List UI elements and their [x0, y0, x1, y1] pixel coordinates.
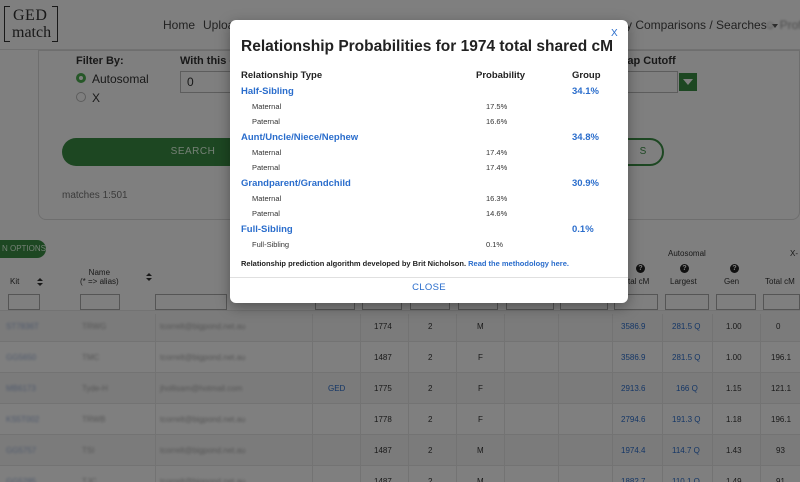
sub-relationship-label: Full-Sibling	[252, 240, 290, 249]
close-icon[interactable]: X	[611, 28, 618, 39]
sub-probability: 16.3%	[486, 194, 508, 203]
sub-probability: 17.4%	[486, 148, 508, 157]
sub-relationship-label: Paternal	[252, 117, 280, 126]
modal-title: Relationship Probabilities for 1974 tota…	[241, 38, 614, 55]
group-value: 34.1%	[572, 86, 599, 97]
close-button[interactable]: CLOSE	[230, 282, 628, 293]
group-aunt-uncle-niece-nephew[interactable]: Aunt/Uncle/Niece/Nephew	[241, 132, 358, 143]
relationship-probabilities-modal: Relationship Probabilities for 1974 tota…	[230, 20, 628, 303]
group-value: 34.8%	[572, 132, 599, 143]
sub-relationship-label: Paternal	[252, 163, 280, 172]
modal-divider	[230, 277, 628, 278]
group-value: 30.9%	[572, 178, 599, 189]
sub-relationship-label: Maternal	[252, 148, 282, 157]
col-header-relationship-type: Relationship Type	[241, 70, 323, 81]
sub-probability: 14.6%	[486, 209, 508, 218]
col-header-group: Group	[572, 70, 601, 81]
methodology-note: Relationship prediction algorithm develo…	[241, 259, 569, 268]
group-full-sibling[interactable]: Full-Sibling	[241, 224, 293, 235]
col-header-probability: Probability	[476, 70, 526, 81]
sub-probability: 0.1%	[486, 240, 504, 249]
sub-relationship-label: Paternal	[252, 209, 280, 218]
group-grandparent-grandchild[interactable]: Grandparent/Grandchild	[241, 178, 351, 189]
sub-relationship-label: Maternal	[252, 102, 282, 111]
sub-probability: 16.6%	[486, 117, 508, 126]
sub-relationship-label: Maternal	[252, 194, 282, 203]
group-half-sibling[interactable]: Half-Sibling	[241, 86, 294, 97]
group-value: 0.1%	[572, 224, 594, 235]
sub-probability: 17.5%	[486, 102, 508, 111]
sub-probability: 17.4%	[486, 163, 508, 172]
methodology-link[interactable]: Read the methodology here.	[468, 259, 569, 268]
